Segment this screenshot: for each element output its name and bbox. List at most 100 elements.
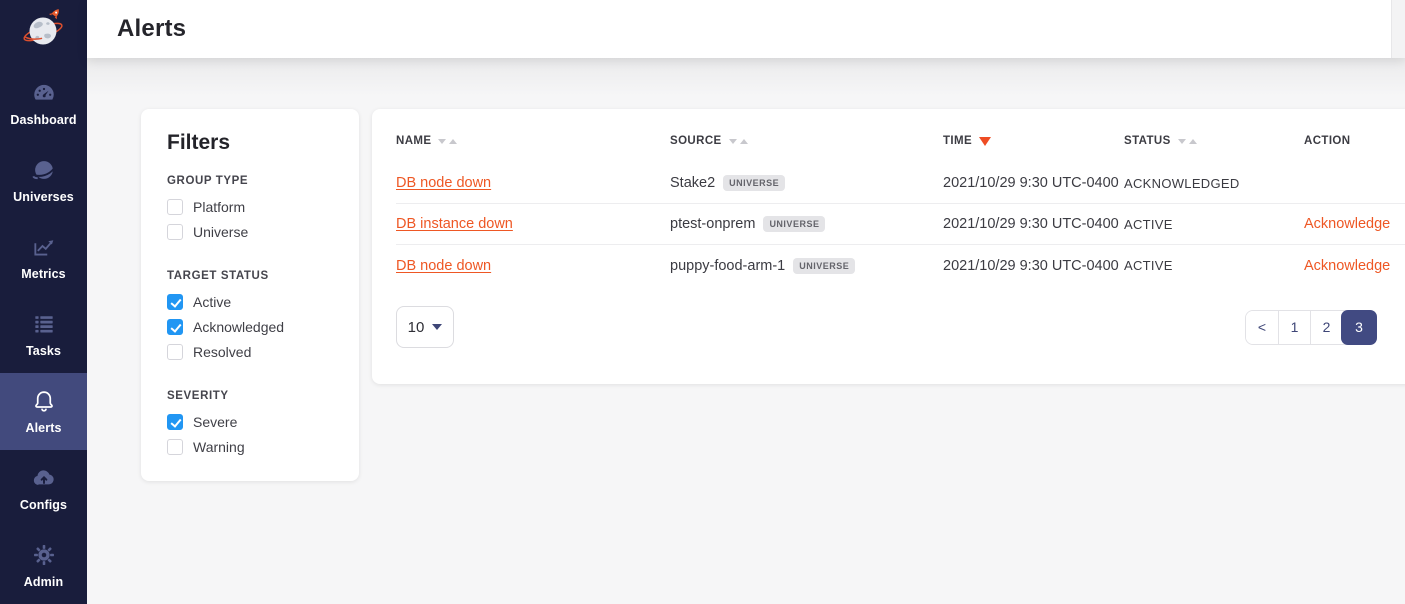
sidebar-item-label: Alerts (25, 421, 61, 435)
page-header: Alerts (87, 0, 1405, 58)
acknowledge-button[interactable]: Acknowledge (1304, 258, 1390, 274)
checkbox-active[interactable] (167, 294, 183, 310)
column-header-source[interactable]: SOURCE (670, 135, 943, 147)
checkbox-acknowledged[interactable] (167, 319, 183, 335)
sidebar-item-admin[interactable]: Admin (0, 527, 87, 604)
filter-option-label: Acknowledged (193, 319, 284, 335)
alert-status: ACTIVE (1124, 258, 1304, 273)
filter-option-label: Severe (193, 414, 237, 430)
source-type-badge: UNIVERSE (763, 216, 825, 232)
alert-time: 2021/10/29 9:30 UTC-0400 (943, 258, 1124, 274)
filter-option-label: Platform (193, 199, 245, 215)
filter-section-severity: SEVERITY Severe Warning (167, 390, 335, 455)
sidebar-item-label: Metrics (21, 267, 65, 281)
page-button-2[interactable]: 2 (1310, 311, 1342, 344)
sort-icons (729, 139, 748, 144)
sidebar-item-alerts[interactable]: Alerts (0, 373, 87, 450)
sidebar-nav: Dashboard Universes Metrics Tasks (0, 65, 87, 604)
universe-globe-icon (31, 157, 57, 183)
page-button-1[interactable]: 1 (1278, 311, 1310, 344)
acknowledge-button[interactable]: Acknowledge (1304, 216, 1390, 232)
scrollbar-track[interactable] (1391, 0, 1405, 58)
filter-option-label: Warning (193, 439, 245, 455)
sidebar: Dashboard Universes Metrics Tasks (0, 0, 87, 604)
filter-section-label: SEVERITY (167, 390, 335, 402)
alerts-table-card: NAME SOURCE TIME STATUS (372, 109, 1405, 384)
page-title: Alerts (117, 15, 186, 43)
table-row: DB node down Stake2 UNIVERSE 2021/10/29 … (396, 163, 1405, 204)
column-label: SOURCE (670, 135, 722, 147)
filters-title: Filters (167, 131, 335, 155)
sidebar-item-metrics[interactable]: Metrics (0, 219, 87, 296)
filter-option-universe[interactable]: Universe (167, 224, 335, 240)
filter-option-resolved[interactable]: Resolved (167, 344, 335, 360)
dashboard-gauge-icon (31, 80, 57, 106)
column-label: TIME (943, 135, 972, 147)
prev-page-button[interactable]: < (1246, 311, 1278, 344)
app-root: Dashboard Universes Metrics Tasks (0, 0, 1405, 604)
alert-name-link[interactable]: DB node down (396, 258, 491, 274)
sort-icons (438, 139, 457, 144)
tasks-list-icon (31, 311, 57, 337)
content-area: Filters GROUP TYPE Platform Universe TAR… (87, 58, 1405, 604)
admin-gear-icon (31, 542, 57, 568)
filter-section-label: GROUP TYPE (167, 175, 335, 187)
source-name: ptest-onprem (670, 216, 755, 232)
yugabyte-logo[interactable] (0, 0, 87, 57)
filter-section-group-type: GROUP TYPE Platform Universe (167, 175, 335, 240)
filter-section-target-status: TARGET STATUS Active Acknowledged Resolv… (167, 270, 335, 360)
source-name: puppy-food-arm-1 (670, 258, 785, 274)
sidebar-item-label: Universes (13, 190, 74, 204)
filter-option-active[interactable]: Active (167, 294, 335, 310)
column-header-status[interactable]: STATUS (1124, 135, 1304, 147)
alerts-bell-icon (31, 388, 57, 414)
sort-icons (1178, 139, 1197, 144)
page-button-3[interactable]: 3 (1341, 310, 1377, 345)
sidebar-item-label: Dashboard (10, 113, 76, 127)
sidebar-item-label: Tasks (26, 344, 61, 358)
sidebar-item-label: Configs (20, 498, 67, 512)
table-header-row: NAME SOURCE TIME STATUS (396, 119, 1405, 163)
checkbox-resolved[interactable] (167, 344, 183, 360)
chevron-down-icon (432, 324, 442, 330)
filter-option-platform[interactable]: Platform (167, 199, 335, 215)
column-label: NAME (396, 135, 431, 147)
sidebar-item-tasks[interactable]: Tasks (0, 296, 87, 373)
filter-option-label: Active (193, 294, 231, 310)
metrics-chart-icon (31, 234, 57, 260)
sort-desc-icon (979, 137, 991, 146)
filters-panel: Filters GROUP TYPE Platform Universe TAR… (141, 109, 359, 481)
pagination-bar: 10 < 1 2 3 (396, 306, 1405, 348)
sidebar-item-dashboard[interactable]: Dashboard (0, 65, 87, 142)
checkbox-severe[interactable] (167, 414, 183, 430)
table-body: DB node down Stake2 UNIVERSE 2021/10/29 … (396, 163, 1405, 286)
alert-status: ACTIVE (1124, 217, 1304, 232)
column-header-action: ACTION (1304, 135, 1393, 147)
main-area: Alerts Filters GROUP TYPE Platform Unive… (87, 0, 1405, 604)
table-row: DB node down puppy-food-arm-1 UNIVERSE 2… (396, 245, 1405, 286)
configs-cloud-icon (31, 465, 57, 491)
alert-status: ACKNOWLEDGED (1124, 176, 1304, 191)
filter-option-severe[interactable]: Severe (167, 414, 335, 430)
checkbox-universe[interactable] (167, 224, 183, 240)
alert-time: 2021/10/29 9:30 UTC-0400 (943, 175, 1124, 191)
sidebar-item-universes[interactable]: Universes (0, 142, 87, 219)
alert-name-link[interactable]: DB node down (396, 175, 491, 191)
source-type-badge: UNIVERSE (723, 175, 785, 191)
column-header-name[interactable]: NAME (396, 135, 670, 147)
alert-time: 2021/10/29 9:30 UTC-0400 (943, 216, 1124, 232)
source-name: Stake2 (670, 175, 715, 191)
page-size-dropdown[interactable]: 10 (396, 306, 454, 348)
table-row: DB instance down ptest-onprem UNIVERSE 2… (396, 204, 1405, 245)
filter-option-warning[interactable]: Warning (167, 439, 335, 455)
checkbox-warning[interactable] (167, 439, 183, 455)
alert-name-link[interactable]: DB instance down (396, 216, 513, 232)
page-size-value: 10 (408, 319, 425, 336)
sidebar-item-label: Admin (24, 575, 63, 589)
filter-option-label: Universe (193, 224, 248, 240)
column-header-time[interactable]: TIME (943, 135, 1124, 147)
filter-option-acknowledged[interactable]: Acknowledged (167, 319, 335, 335)
checkbox-platform[interactable] (167, 199, 183, 215)
sidebar-item-configs[interactable]: Configs (0, 450, 87, 527)
filter-section-label: TARGET STATUS (167, 270, 335, 282)
